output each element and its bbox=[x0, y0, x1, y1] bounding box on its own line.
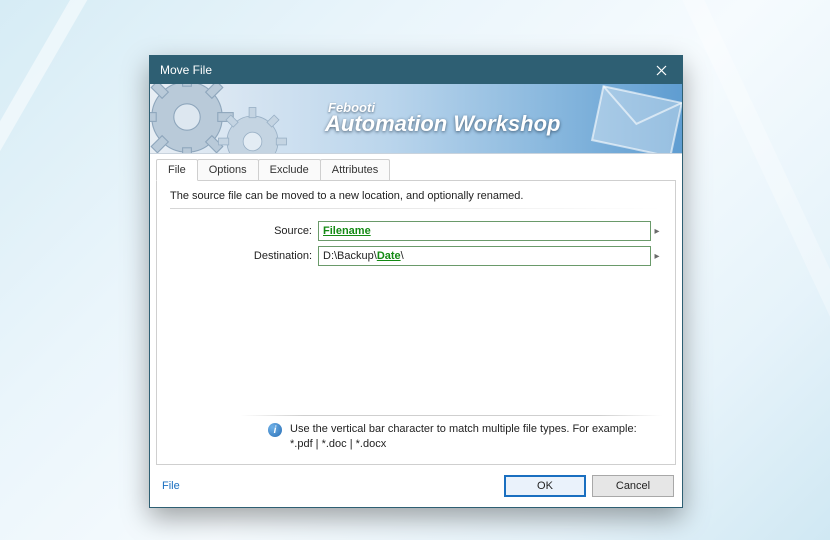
hint-line1: Use the vertical bar character to match … bbox=[290, 422, 637, 437]
banner-product: Automation Workshop bbox=[325, 111, 560, 137]
titlebar[interactable]: Move File bbox=[150, 56, 682, 84]
destination-prefix: D:\Backup\ bbox=[323, 250, 377, 262]
window-title: Move File bbox=[160, 63, 640, 77]
row-destination: Destination: D:\Backup\Date\ ▸ bbox=[170, 246, 662, 266]
destination-suffix: \ bbox=[401, 250, 404, 262]
label-source: Source: bbox=[170, 225, 318, 237]
panel-description: The source file can be moved to a new lo… bbox=[170, 190, 662, 202]
help-link[interactable]: File bbox=[162, 480, 180, 492]
chevron-right-icon: ▸ bbox=[654, 251, 659, 262]
source-expand-button[interactable]: ▸ bbox=[652, 221, 662, 241]
envelope-icon bbox=[582, 84, 682, 154]
tab-panel-file: The source file can be moved to a new lo… bbox=[156, 180, 676, 465]
banner-text: Febooti Automation Workshop bbox=[325, 100, 560, 137]
destination-field[interactable]: D:\Backup\Date\ bbox=[318, 246, 651, 266]
label-destination: Destination: bbox=[170, 250, 318, 262]
source-field[interactable]: Filename bbox=[318, 221, 651, 241]
tab-exclude[interactable]: Exclude bbox=[258, 159, 321, 181]
info-icon: i bbox=[268, 423, 282, 437]
separator bbox=[240, 415, 662, 416]
button-bar: File OK Cancel bbox=[150, 465, 682, 507]
move-file-dialog: Move File bbox=[149, 55, 683, 508]
hint: i Use the vertical bar character to matc… bbox=[170, 422, 662, 452]
chevron-right-icon: ▸ bbox=[654, 226, 659, 237]
row-source: Source: Filename ▸ bbox=[170, 221, 662, 241]
cancel-button[interactable]: Cancel bbox=[592, 475, 674, 497]
destination-expand-button[interactable]: ▸ bbox=[652, 246, 662, 266]
destination-variable: Date bbox=[377, 250, 401, 262]
source-variable: Filename bbox=[323, 225, 371, 237]
tab-options[interactable]: Options bbox=[197, 159, 259, 181]
tabs: File Options Exclude Attributes bbox=[156, 159, 676, 181]
close-button[interactable] bbox=[640, 56, 682, 84]
hint-line2: *.pdf | *.doc | *.docx bbox=[290, 437, 637, 452]
close-icon bbox=[656, 65, 667, 76]
ok-button[interactable]: OK bbox=[504, 475, 586, 497]
tab-attributes[interactable]: Attributes bbox=[320, 159, 390, 181]
banner: Febooti Automation Workshop bbox=[150, 84, 682, 154]
tab-file[interactable]: File bbox=[156, 159, 198, 181]
separator bbox=[170, 208, 662, 209]
